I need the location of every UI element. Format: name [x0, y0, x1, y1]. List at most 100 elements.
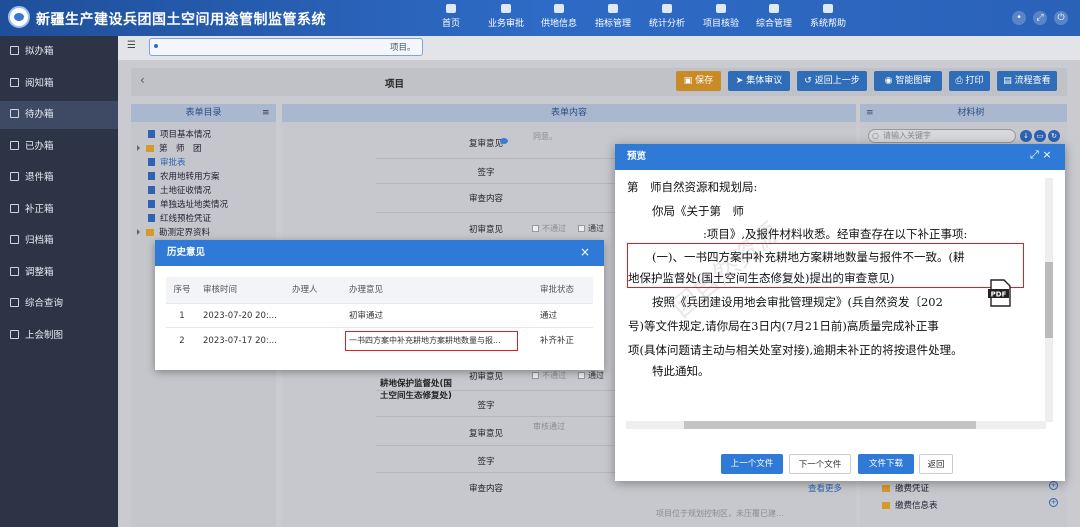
- material-item[interactable]: 缴费信息表: [882, 499, 938, 511]
- folder-icon[interactable]: ▭: [1034, 130, 1046, 142]
- back-step-button[interactable]: ↺ 返回上一步: [797, 71, 867, 91]
- nav-project-check[interactable]: 项目核验: [691, 4, 751, 29]
- inbox-icon: [10, 172, 19, 181]
- history-cell: 1: [179, 311, 185, 321]
- row-divider: [166, 327, 593, 328]
- nav-approval[interactable]: 业务审批: [476, 4, 536, 29]
- preview-dialog-title: 预览: [615, 144, 1065, 170]
- back-chevron-icon[interactable]: ‹: [140, 73, 145, 87]
- flow-view-button[interactable]: ▤ 流程查看: [997, 71, 1057, 91]
- sidebar-item-meeting-map[interactable]: 上会制图: [0, 322, 118, 350]
- collective-review-button[interactable]: ➤ 集体审议: [728, 71, 790, 91]
- print-button[interactable]: ⎙ 打印: [949, 71, 990, 91]
- tree-item[interactable]: 单独选址地类情况: [148, 198, 228, 210]
- nav-home[interactable]: 首页: [421, 4, 481, 29]
- checkbox-icon: [532, 225, 539, 232]
- pdf-icon[interactable]: PDF: [988, 279, 1012, 307]
- sidebar-item-read[interactable]: 阅知箱: [0, 70, 118, 98]
- highlight-box: [345, 331, 518, 351]
- return-button[interactable]: 返回: [919, 454, 953, 474]
- svg-text:PDF: PDF: [991, 291, 1007, 299]
- tree-item[interactable]: 勘测定界资料: [137, 226, 210, 238]
- smart-review-button[interactable]: ◉ 智能图审: [874, 71, 942, 91]
- sidebar-item-adjust[interactable]: 调整箱: [0, 259, 118, 287]
- refresh-icon[interactable]: ↻: [1048, 130, 1060, 142]
- view-more-link[interactable]: 查看更多: [808, 482, 842, 494]
- doc-line: :项目》,及报件材料收悉。经审查存在以下补正事项:: [703, 227, 968, 241]
- history-cell: 初审通过: [349, 311, 384, 321]
- folder-icon: [146, 229, 154, 236]
- sidebar-item-todo[interactable]: 待办箱: [0, 101, 118, 129]
- save-button[interactable]: ▣ 保存: [676, 71, 721, 91]
- recheck-opinion-input[interactable]: 同意。: [533, 131, 557, 142]
- preview-window-controls[interactable]: ⤢ ×: [1030, 148, 1052, 162]
- nav-general[interactable]: 综合管理: [744, 4, 804, 29]
- maximize-icon[interactable]: ⤢: [1030, 148, 1039, 161]
- next-file-button[interactable]: 下一个文件: [789, 454, 851, 474]
- nav-help[interactable]: 系统帮助: [798, 4, 858, 29]
- tab-project[interactable]: [149, 38, 423, 56]
- review-content-text: 项目位于规划控制区，未压覆已建...: [656, 509, 784, 518]
- inbox-icon: [10, 235, 19, 244]
- add-icon[interactable]: +: [1049, 481, 1058, 490]
- tree-item[interactable]: 农用地转用方案: [148, 170, 220, 182]
- highlight-box: [627, 243, 1024, 288]
- sidebar-item-query[interactable]: 综合查询: [0, 290, 118, 318]
- nav-indicators[interactable]: 指标管理: [583, 4, 643, 29]
- sidebar-item-archive[interactable]: 归档箱: [0, 227, 118, 255]
- previous-file-button[interactable]: 上一个文件: [721, 454, 783, 474]
- sidebar-item-returned[interactable]: 退件箱: [0, 164, 118, 192]
- close-icon[interactable]: ×: [1042, 148, 1051, 161]
- field-label: 审查内容: [468, 194, 503, 204]
- menu-icon[interactable]: ≡: [866, 108, 874, 118]
- system-logo: [8, 6, 30, 28]
- download-icon[interactable]: ↓: [1020, 130, 1032, 142]
- document-icon: [148, 186, 155, 194]
- power-icon[interactable]: ⏻: [1054, 11, 1068, 25]
- no-pass-checkbox[interactable]: 不通过: [532, 223, 566, 234]
- no-pass-checkbox[interactable]: 不通过: [532, 370, 566, 381]
- recheck-opinion-input[interactable]: 审核通过: [533, 421, 565, 432]
- fullscreen-icon[interactable]: ⤢: [1033, 11, 1047, 25]
- tree-item[interactable]: 项目基本情况: [148, 128, 211, 140]
- menu-icon[interactable]: ≡: [262, 108, 270, 118]
- inbox-icon: [10, 141, 19, 150]
- doc-line: 号)等文件规定,请你局在3日内(7月21日前)高质量完成补正事: [628, 319, 939, 333]
- menu-toggle-icon[interactable]: ☰: [127, 41, 137, 51]
- nav-land-supply[interactable]: 供地信息: [529, 4, 589, 29]
- material-item[interactable]: 缴费凭证: [882, 482, 929, 494]
- tree-item[interactable]: 第 师 团: [137, 142, 202, 154]
- folder-icon: [882, 485, 890, 492]
- field-label: 签字: [477, 457, 495, 467]
- tree-item[interactable]: 审批表: [148, 156, 186, 168]
- scrollbar-thumb[interactable]: [1045, 262, 1053, 338]
- indicator-icon: [608, 4, 618, 13]
- inbox-icon: [10, 204, 19, 213]
- scrollbar-thumb[interactable]: [684, 421, 976, 429]
- doc-line: 第 师自然资源和规划局:: [627, 180, 758, 194]
- inbox-icon: [10, 109, 19, 118]
- field-label: 初审意见: [468, 225, 503, 235]
- pass-checkbox[interactable]: 通过: [578, 223, 604, 234]
- close-icon[interactable]: ×: [580, 245, 590, 259]
- nav-statistics[interactable]: 统计分析: [637, 4, 697, 29]
- pass-checkbox[interactable]: 通过: [578, 370, 604, 381]
- bell-icon[interactable]: •: [1012, 11, 1026, 25]
- inbox-icon: [10, 78, 19, 87]
- sidebar-item-supplement[interactable]: 补正箱: [0, 196, 118, 224]
- download-file-button[interactable]: 文件下载: [858, 454, 914, 474]
- field-label: 初审意见: [468, 372, 503, 382]
- folder-icon: [146, 145, 154, 152]
- field-label: 审查内容: [468, 484, 503, 494]
- tree-item[interactable]: 红线预检凭证: [148, 212, 211, 224]
- column-header: 审核时间: [198, 277, 286, 303]
- check-icon: [716, 4, 726, 13]
- page-title: 项目: [385, 79, 405, 90]
- eye-icon[interactable]: [500, 138, 508, 144]
- sidebar-item-done[interactable]: 已办箱: [0, 133, 118, 161]
- add-icon[interactable]: +: [1049, 498, 1058, 507]
- tree-item[interactable]: 土地征收情况: [148, 184, 211, 196]
- sidebar-item-draft[interactable]: 拟办箱: [0, 38, 118, 66]
- history-dialog-title: 历史意见: [155, 240, 604, 266]
- material-search-input[interactable]: 请输入关键字: [868, 129, 1016, 143]
